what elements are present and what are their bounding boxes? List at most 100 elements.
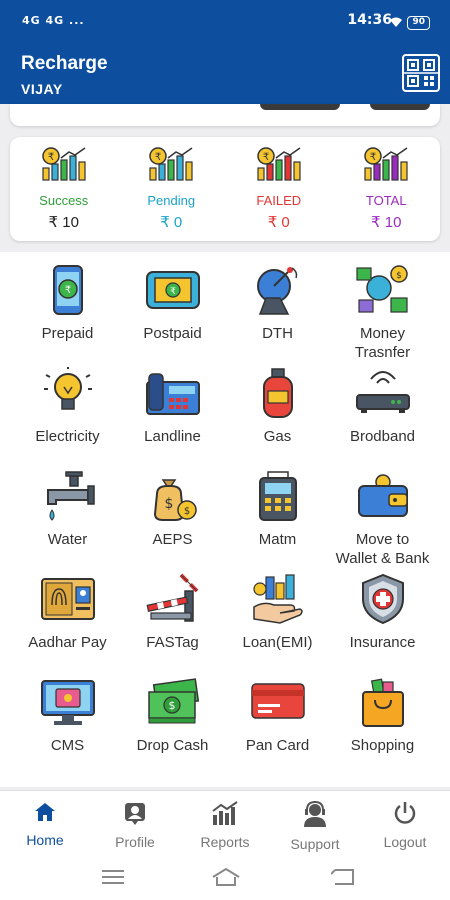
svg-text:₹: ₹ (155, 152, 161, 163)
money-bag-icon: $ $ (145, 468, 201, 524)
service-money-transfer[interactable]: $ Money Trasnfer (330, 262, 435, 365)
nav-reports[interactable]: Reports (180, 791, 270, 856)
chart-growth-icon: ₹ (39, 146, 89, 187)
card-icon (250, 674, 306, 730)
nav-logout[interactable]: Logout (360, 791, 450, 856)
nav-support-label: Support (290, 836, 340, 852)
service-label: Move to Wallet & Bank (336, 530, 430, 568)
service-water[interactable]: Water (15, 468, 120, 571)
balance-card (10, 104, 440, 126)
service-landline[interactable]: Landline (120, 365, 225, 468)
service-prepaid[interactable]: ₹ Prepaid (15, 262, 120, 365)
nav-profile[interactable]: Profile (90, 791, 180, 856)
telephone-icon (145, 365, 201, 421)
bulb-icon (40, 365, 96, 421)
service-label: FASTag (146, 634, 199, 651)
gas-cylinder-icon (250, 365, 306, 421)
service-label: Water (47, 531, 88, 548)
service-electricity[interactable]: Electricity (15, 365, 120, 468)
service-shopping[interactable]: Shopping (330, 674, 435, 777)
service-loan-emi[interactable]: Loan(EMI) (225, 571, 330, 674)
service-move-to-wallet[interactable]: Move to Wallet & Bank (330, 468, 435, 571)
svg-text:$: $ (168, 699, 175, 712)
shield-cross-icon (355, 571, 411, 627)
service-insurance[interactable]: Insurance (330, 571, 435, 674)
nav-home[interactable]: Home (0, 791, 90, 856)
toll-barrier-icon (145, 571, 201, 627)
menu-icon[interactable] (102, 869, 124, 890)
services-panel: ₹ Prepaid ₹ Postpaid DTH $ Money Trasnfe… (0, 252, 450, 787)
stat-total-label: TOTAL (365, 193, 407, 208)
nav-support[interactable]: Support (270, 791, 360, 856)
chart-growth-icon: ₹ (146, 146, 196, 187)
stat-success[interactable]: ₹ Success ₹ 10 (10, 137, 118, 241)
service-label: CMS (50, 737, 85, 754)
system-nav-bar (0, 856, 450, 900)
home-button-icon[interactable] (211, 867, 241, 892)
services-grid: ₹ Prepaid ₹ Postpaid DTH $ Money Trasnfe… (15, 262, 435, 777)
svg-text:₹: ₹ (48, 152, 54, 163)
service-label: Brodband (349, 428, 416, 445)
service-cms[interactable]: CMS (15, 674, 120, 777)
service-label: Prepaid (41, 325, 94, 342)
cash-bundle-icon: $ (145, 674, 201, 730)
stat-failed[interactable]: ₹ FAILED ₹ 0 (225, 137, 333, 241)
service-label-line: Move to Wallet & Bank (335, 531, 430, 567)
service-aeps[interactable]: $ $ AEPS (120, 468, 225, 571)
shopping-bag-icon (355, 674, 411, 730)
svg-text:₹: ₹ (263, 152, 269, 163)
service-label: Insurance (349, 634, 416, 651)
service-aadhar-pay[interactable]: Aadhar Pay (15, 571, 120, 674)
svg-text:$: $ (396, 271, 402, 281)
stat-pending-label: Pending (147, 193, 196, 208)
nav-home-label: Home (26, 832, 64, 848)
chart-growth-icon: ₹ (254, 146, 304, 187)
service-broadband[interactable]: Brodband (330, 365, 435, 468)
bottom-nav: Home Profile Reports Support Logout (0, 790, 450, 856)
service-fastag[interactable]: FASTag (120, 571, 225, 674)
monitor-icon (40, 674, 96, 730)
balance-card-button-2[interactable] (370, 104, 430, 110)
satellite-dish-icon (250, 262, 306, 318)
water-tap-icon (40, 468, 96, 524)
router-icon (355, 365, 411, 421)
loan-hand-icon (250, 571, 306, 627)
service-label-line: Money Trasnfer (354, 325, 411, 361)
svg-text:$: $ (183, 506, 189, 517)
power-icon (393, 801, 417, 830)
battery-icon: 90 (407, 15, 430, 30)
stat-success-value: ₹ 10 (48, 214, 79, 231)
svg-text:₹: ₹ (64, 285, 70, 296)
service-gas[interactable]: Gas (225, 365, 330, 468)
stat-pending[interactable]: ₹ Pending ₹ 0 (118, 137, 226, 241)
stat-failed-value: ₹ 0 (267, 214, 290, 231)
pos-machine-icon (250, 468, 306, 524)
stat-total-value: ₹ 10 (371, 214, 402, 231)
service-label: Shopping (350, 737, 415, 754)
service-label: Money Trasnfer (355, 324, 410, 362)
service-label: Loan(EMI) (242, 634, 313, 651)
service-label: Pan Card (245, 737, 310, 754)
stat-pending-value: ₹ 0 (160, 214, 183, 231)
service-drop-cash[interactable]: $ Drop Cash (120, 674, 225, 777)
nav-reports-label: Reports (200, 834, 250, 850)
svg-text:₹: ₹ (370, 152, 376, 163)
status-bar-time: 14:36 (347, 12, 392, 28)
page-title: Recharge (21, 53, 108, 74)
wifi-icon (389, 13, 403, 32)
service-label: Matm (258, 531, 297, 548)
service-pan-card[interactable]: Pan Card (225, 674, 330, 777)
service-dth[interactable]: DTH (225, 262, 330, 365)
reports-icon (211, 801, 239, 830)
service-label: Electricity (35, 428, 100, 445)
back-icon[interactable] (330, 868, 355, 891)
status-bar-icons: 90 (389, 13, 430, 32)
qr-scan-icon[interactable] (402, 54, 440, 92)
money-transfer-icon: $ (355, 262, 411, 318)
balance-card-button[interactable] (260, 104, 340, 110)
svg-text:₹: ₹ (170, 287, 176, 297)
support-icon (302, 800, 328, 832)
service-postpaid[interactable]: ₹ Postpaid (120, 262, 225, 365)
stat-total[interactable]: ₹ TOTAL ₹ 10 (333, 137, 441, 241)
service-matm[interactable]: Matm (225, 468, 330, 571)
